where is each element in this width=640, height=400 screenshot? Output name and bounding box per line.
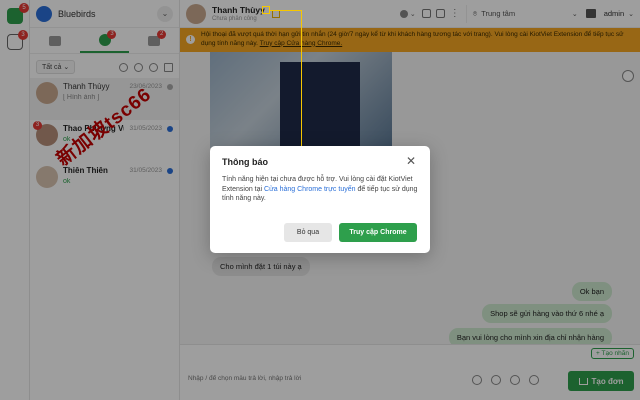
close-icon[interactable]: ✕ xyxy=(406,154,416,168)
notification-modal: Thông báo ✕ Tính năng hiện tại chưa được… xyxy=(210,146,430,253)
modal-body: Tính năng hiện tại chưa được hỗ trợ. Vui… xyxy=(222,175,422,204)
chrome-store-link[interactable]: Cửa hàng Chrome trực tuyến xyxy=(264,186,355,193)
modal-title: Thông báo xyxy=(222,157,268,167)
annotation-box xyxy=(262,6,270,14)
open-chrome-button[interactable]: Truy cập Chrome xyxy=(339,223,417,242)
annotation-line xyxy=(270,10,302,11)
annotation-line xyxy=(301,10,302,155)
skip-button[interactable]: Bỏ qua xyxy=(284,223,332,242)
